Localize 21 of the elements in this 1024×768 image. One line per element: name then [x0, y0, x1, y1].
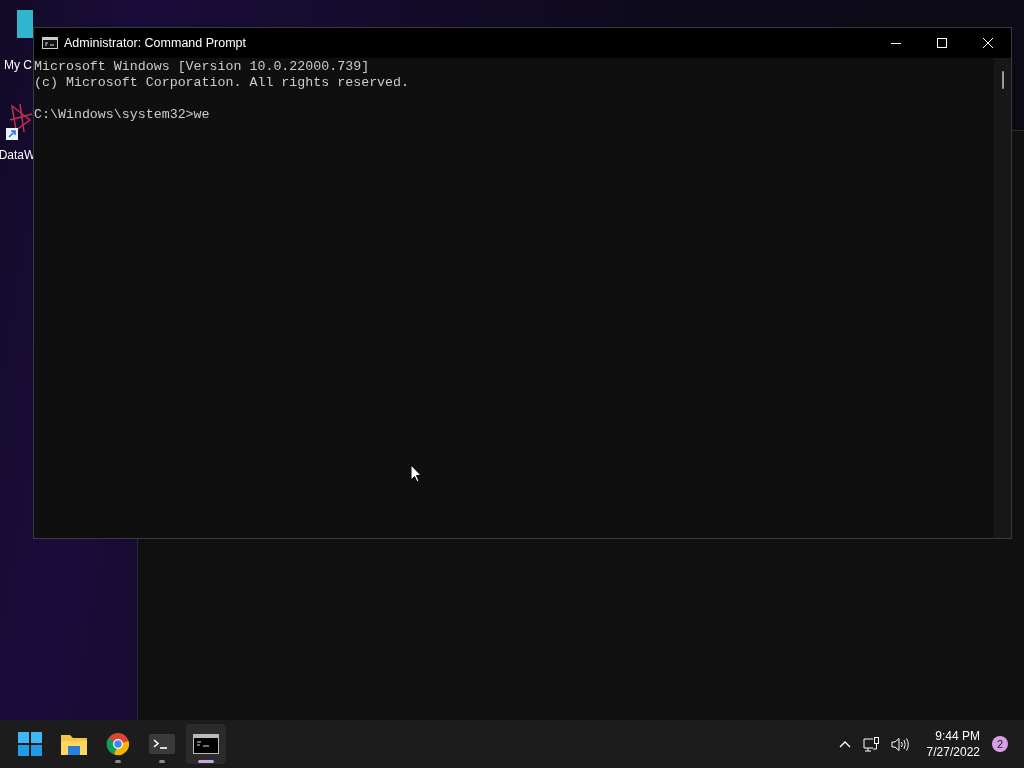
- desktop-icon-label[interactable]: My C: [4, 58, 32, 72]
- scrollbar[interactable]: [994, 58, 1011, 538]
- windows-logo-icon: [18, 732, 42, 756]
- terminal-icon: [149, 734, 175, 754]
- console-icon: [42, 37, 58, 49]
- window-title: Administrator: Command Prompt: [64, 36, 246, 50]
- console-icon: [193, 734, 219, 754]
- console-line: (c) Microsoft Corporation. All rights reserved.: [34, 75, 410, 91]
- folder-icon: [61, 733, 87, 755]
- clock[interactable]: 9:44 PM 7/27/2022: [920, 728, 980, 760]
- mouse-cursor-icon: [410, 464, 422, 483]
- speaker-icon[interactable]: [890, 736, 909, 752]
- close-icon: [982, 37, 994, 49]
- chevron-up-icon[interactable]: [838, 740, 851, 748]
- network-icon[interactable]: [862, 736, 879, 752]
- console-line: Microsoft Windows [Version 10.0.22000.739]: [34, 59, 370, 75]
- maximize-icon: [936, 37, 948, 49]
- browser-icon: [106, 732, 130, 756]
- notification-badge[interactable]: 2: [992, 736, 1008, 752]
- command-prompt-line[interactable]: C:\Windows\system32>we: [34, 107, 210, 123]
- console-taskbar-button[interactable]: [186, 724, 226, 764]
